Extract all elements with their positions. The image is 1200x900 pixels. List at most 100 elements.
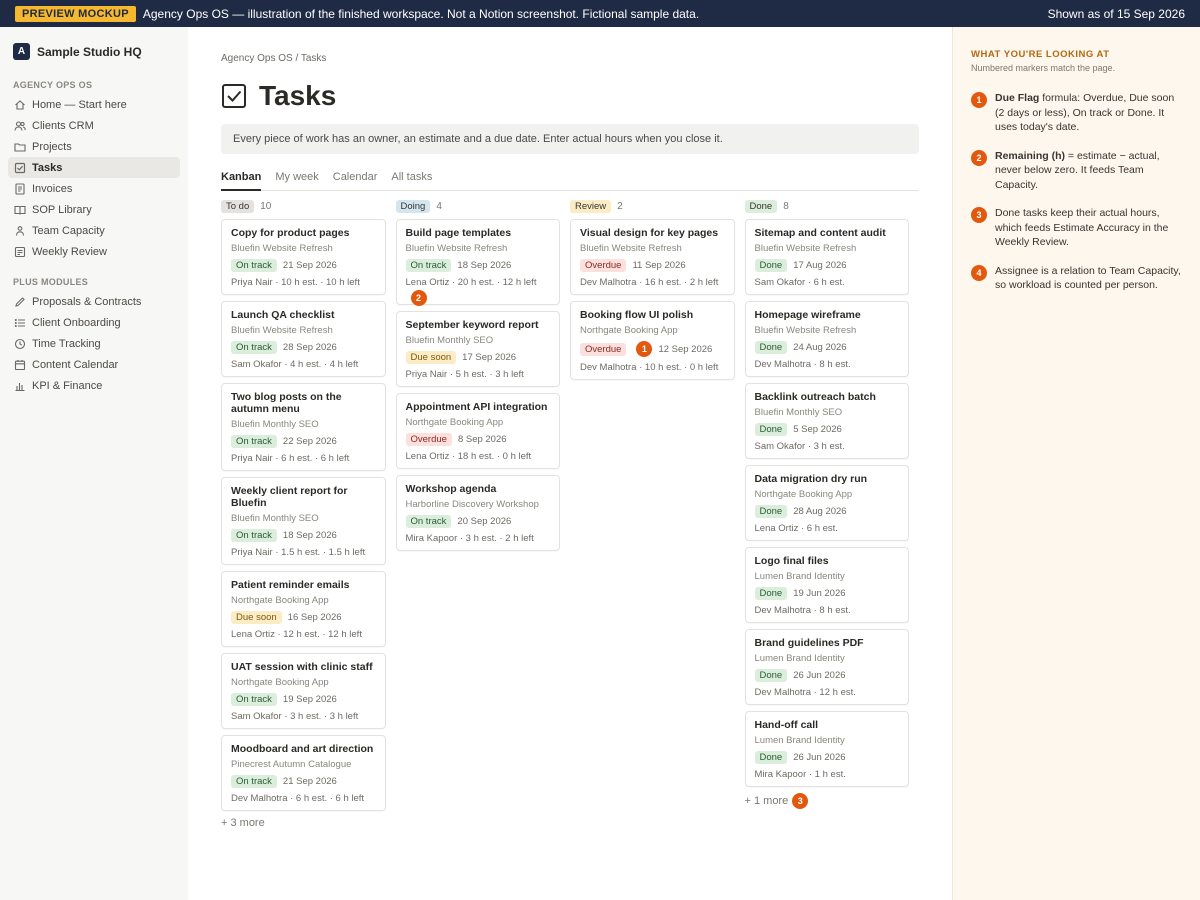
task-project: Harborline Discovery Workshop [405,499,539,510]
sidebar-item-label: Weekly Review [32,245,107,258]
task-status-row: On track 22 Sep 2026 [231,435,376,448]
task-meta-text: Mira Kapoor · 3 h est. · 2 h left [405,533,534,544]
show-more-link[interactable]: + 3 more [221,817,386,829]
sidebar-item-weekly-review[interactable]: Weekly Review [8,241,180,262]
column-label[interactable]: Review [570,199,612,213]
banner-text: Agency Ops OS — illustration of the fini… [142,6,700,21]
tab-all-tasks[interactable]: All tasks [391,169,432,190]
task-card[interactable]: Weekly client report for Bluefin Bluefin … [221,477,386,565]
task-meta: Lena Ortiz · 18 h est. · 0 h left [406,451,551,462]
show-more-link[interactable]: + 1 more 3 [745,793,910,809]
tab-calendar[interactable]: Calendar [333,169,378,190]
task-card[interactable]: Booking flow UI polish Northgate Booking … [570,301,735,380]
folder-icon [13,140,27,154]
sidebar-item-tasks[interactable]: Tasks [8,157,180,178]
task-card[interactable]: Visual design for key pages Bluefin Websi… [570,219,735,295]
column-label[interactable]: Doing [395,199,431,213]
column-label[interactable]: To do [221,199,255,213]
preview-banner: PREVIEW MOCKUP Agency Ops OS — illustrat… [0,0,1200,27]
task-title: Brand guidelines PDF [754,637,864,649]
task-title: Hand-off call [754,719,819,731]
sidebar-item-clients-crm[interactable]: Clients CRM [8,115,180,136]
task-meta-text: Lena Ortiz · 18 h est. · 0 h left [405,451,532,462]
home-icon [13,98,27,112]
task-meta-text: Sam Okafor · 3 h est. [754,441,845,452]
note-term: Remaining (h) [995,149,1065,162]
sidebar-item-label: Projects [32,140,72,153]
column-count: 2 [617,200,623,212]
due-flag-badge: Overdue [580,342,627,356]
tab-my-week[interactable]: My week [275,169,318,190]
banner-date: Shown as of 15 Sep 2026 [1047,6,1185,21]
sidebar-item-home[interactable]: Home — Start here [8,94,180,115]
sidebar-item-content-calendar[interactable]: Content Calendar [8,354,180,375]
task-due-date: 18 Sep 2026 [282,530,337,541]
column-todo: To do 10 Copy for product pages Bluefin Web… [221,199,386,829]
task-card[interactable]: Two blog posts on the autumn menu Bluefin… [221,383,386,471]
task-card[interactable]: Sitemap and content audit Bluefin Website… [744,219,909,295]
task-card[interactable]: Homepage wireframe Bluefin Website Refres… [744,301,909,377]
sidebar-item-sop-library[interactable]: SOP Library [8,199,180,220]
task-meta-text: Sam Okafor · 4 h est. · 4 h left [231,359,359,370]
task-meta-text: Priya Nair · 6 h est. · 6 h left [231,453,350,464]
due-flag-badge: Overdue [580,259,627,272]
tab-kanban[interactable]: Kanban [221,169,262,191]
task-card[interactable]: Launch QA checklist Bluefin Website Refre… [221,301,386,377]
task-card[interactable]: UAT session with clinic staff Northgate B… [221,653,386,729]
page-header: Tasks [221,80,919,112]
task-meta: Mira Kapoor · 3 h est. · 2 h left [406,533,551,544]
task-card[interactable]: Patient reminder emails Northgate Booking… [221,571,386,647]
task-card[interactable]: Moodboard and art direction Pinecrest Aut… [221,735,386,811]
task-project: Northgate Booking App [580,325,678,336]
task-project: Northgate Booking App [405,417,504,428]
task-status-row: Done 26 Jun 2026 [754,669,900,682]
task-card[interactable]: Data migration dry run Northgate Booking … [744,465,909,541]
task-title: Moodboard and art direction [231,743,374,755]
workspace-switcher[interactable]: A Sample Studio HQ [8,41,180,62]
task-card[interactable]: September keyword report Bluefin Monthly … [395,311,560,387]
sidebar-item-label: Clients CRM [32,119,94,132]
task-card[interactable]: Brand guidelines PDF Lumen Brand Identity… [744,629,909,705]
sidebar-item-kpi-finance[interactable]: KPI & Finance [8,375,180,396]
due-flag-badge: On track [231,259,277,272]
task-card[interactable]: Copy for product pages Bluefin Website Re… [221,219,386,295]
sidebar-item-time-tracking[interactable]: Time Tracking [8,333,180,354]
document-icon [13,182,27,196]
task-card[interactable]: Appointment API integration Northgate Boo… [395,393,560,469]
sidebar-item-invoices[interactable]: Invoices [8,178,180,199]
task-meta-text: Priya Nair · 10 h est. · 10 h left [231,277,360,288]
task-card[interactable]: Backlink outreach batch Bluefin Monthly S… [744,383,909,459]
task-card[interactable]: Logo final files Lumen Brand Identity Done… [744,547,909,623]
sidebar-item-projects[interactable]: Projects [8,136,180,157]
sidebar-item-client-onboarding[interactable]: Client Onboarding [8,312,180,333]
task-title: Backlink outreach batch [754,391,876,403]
task-status-row: Done 19 Jun 2026 [754,587,900,600]
task-due-date: 18 Sep 2026 [457,260,512,271]
column-label[interactable]: Done [744,199,778,213]
task-due-date: 8 Sep 2026 [457,434,507,445]
panel-notes: 1 Due Flag formula: Overdue, Due soon (2 … [971,91,1182,293]
page-title: Tasks [259,80,337,111]
sidebar-item-label: Tasks [32,161,63,174]
sidebar-item-proposals[interactable]: Proposals & Contracts [8,291,180,312]
pen-icon [13,295,27,309]
sidebar-item-label: KPI & Finance [32,379,103,392]
breadcrumb[interactable]: Agency Ops OS / Tasks [221,53,919,64]
due-flag-badge: On track [231,529,277,542]
checkbox-icon [222,84,246,108]
due-flag-badge: Due soon [231,611,282,624]
note-description: Done tasks keep their actual hours, whic… [995,207,1169,248]
task-meta: Sam Okafor · 3 h est. [755,441,900,452]
note-number: 3 [971,207,987,223]
task-card[interactable]: Build page templates Bluefin Website Refr… [395,219,560,306]
task-status-row: Done 26 Jun 2026 [754,751,900,764]
panel-subheading: Numbered markers match the page. [971,63,1116,73]
calendar-icon [13,358,27,372]
task-due-date: 26 Jun 2026 [793,752,846,763]
task-card[interactable]: Workshop agenda Harborline Discovery Work… [395,475,560,551]
sidebar-item-team-capacity[interactable]: Team Capacity [8,220,180,241]
column-header: Review 2 [570,199,735,213]
task-card[interactable]: Hand-off call Lumen Brand Identity Done 26 … [744,711,909,787]
task-meta: Priya Nair · 6 h est. · 6 h left [231,453,376,464]
sidebar-item-label: Proposals & Contracts [32,295,142,308]
